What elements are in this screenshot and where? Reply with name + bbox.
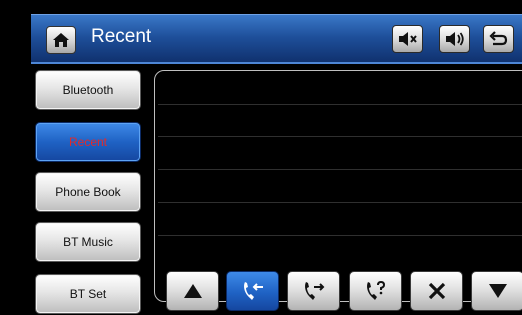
volume-button[interactable] — [439, 25, 470, 53]
scroll-up-button[interactable] — [166, 271, 219, 311]
received-calls-icon — [243, 282, 263, 300]
sidebar-item-bluetooth[interactable]: Bluetooth — [35, 70, 141, 110]
delete-icon — [428, 282, 445, 300]
list-row-divider — [158, 202, 522, 203]
speaker-mute-icon — [398, 32, 417, 46]
home-icon — [53, 33, 69, 47]
missed-calls-icon — [366, 280, 385, 300]
sidebar-item-label: BT Set — [69, 287, 107, 301]
sidebar-item-label: Bluetooth — [62, 83, 114, 97]
home-button[interactable] — [46, 26, 76, 54]
list-row-divider — [158, 136, 522, 137]
delete-button[interactable] — [410, 271, 463, 311]
mute-button[interactable] — [392, 25, 423, 53]
missed-calls-button[interactable] — [349, 271, 402, 311]
list-row-divider — [158, 169, 522, 170]
sidebar-item-bt-set[interactable]: BT Set — [35, 274, 141, 314]
page-title: Recent — [91, 26, 152, 47]
sidebar-item-recent[interactable]: Recent — [35, 122, 141, 162]
dialed-calls-icon — [304, 282, 324, 300]
received-calls-button[interactable] — [226, 271, 279, 311]
list-row-divider — [158, 235, 522, 236]
sidebar-item-phone-book[interactable]: Phone Book — [35, 172, 141, 212]
return-arrow-icon — [488, 31, 507, 46]
scroll-down-icon — [488, 284, 507, 298]
sidebar-item-bt-music[interactable]: BT Music — [35, 222, 141, 262]
sidebar-item-label: BT Music — [63, 235, 113, 249]
speaker-volume-icon — [445, 32, 464, 46]
dialed-calls-button[interactable] — [287, 271, 340, 311]
sidebar-item-label: Recent — [68, 135, 108, 149]
scroll-down-button[interactable] — [471, 271, 522, 311]
scroll-up-icon — [183, 284, 202, 298]
back-button[interactable] — [483, 25, 514, 53]
sidebar-item-label: Phone Book — [55, 185, 121, 199]
list-row-divider — [158, 104, 522, 105]
